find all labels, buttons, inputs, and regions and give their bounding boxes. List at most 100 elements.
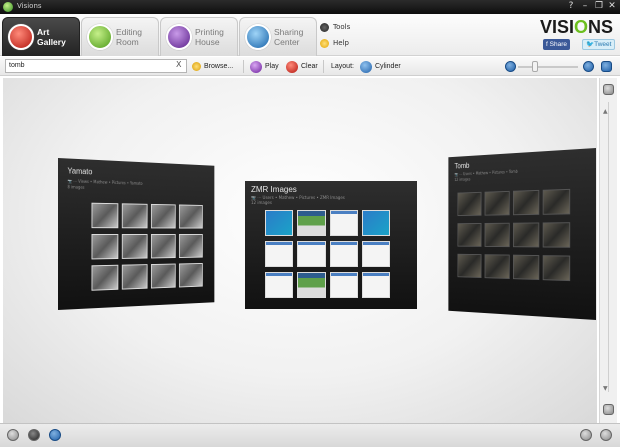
browse-button[interactable]: Browse... — [192, 60, 233, 73]
brand-logo: VISIONS — [540, 17, 614, 37]
vertical-scrollbar[interactable]: ▲ ▼ — [599, 78, 617, 423]
thumbnail[interactable] — [265, 272, 294, 298]
help-icon — [320, 38, 329, 48]
album-count: 12 images — [454, 176, 471, 182]
scroll-down-arrow[interactable]: ▼ — [603, 385, 608, 392]
thumbnail[interactable] — [178, 234, 203, 258]
thumbnail[interactable] — [91, 264, 119, 291]
thumbnail[interactable] — [121, 234, 148, 259]
editing-room-icon — [87, 24, 113, 50]
zoom-out-button[interactable] — [505, 61, 516, 72]
scroll-track[interactable] — [608, 102, 609, 392]
thumbnail[interactable] — [178, 204, 203, 229]
thumbnail[interactable] — [513, 254, 540, 281]
thumbnail[interactable] — [329, 241, 358, 267]
tab-label: Editing Room — [116, 27, 142, 47]
globe-icon[interactable] — [49, 429, 61, 441]
album-title: Tomb — [454, 161, 470, 171]
album-count: 12 images — [251, 200, 272, 205]
bottom-bar — [0, 423, 620, 447]
previous-arrow-icon[interactable] — [580, 429, 592, 441]
thumbnail[interactable] — [361, 241, 390, 267]
thumbnail[interactable] — [542, 255, 571, 282]
close-button[interactable]: ✕ — [607, 1, 617, 12]
thumbnail[interactable] — [91, 234, 119, 260]
printing-house-icon — [166, 24, 192, 50]
minimize-button[interactable]: – — [580, 1, 590, 12]
thumbnail[interactable] — [150, 234, 176, 259]
thumbnail[interactable] — [361, 272, 390, 298]
play-button[interactable]: Play — [250, 60, 279, 73]
thumbnail-grid — [265, 210, 390, 298]
thumbnail[interactable] — [329, 272, 358, 298]
cylinder-icon — [360, 60, 372, 73]
thumbnail[interactable] — [484, 222, 510, 248]
stop-icon[interactable] — [28, 429, 40, 441]
thumbnail[interactable] — [150, 263, 176, 289]
restore-button[interactable]: ❐ — [594, 1, 604, 12]
tab-art-gallery[interactable]: Art Gallery — [2, 17, 80, 56]
tools-link[interactable]: Tools — [320, 20, 350, 34]
thumbnail[interactable] — [91, 202, 119, 229]
thumbnail[interactable] — [457, 253, 482, 278]
search-clear-button[interactable]: X — [176, 60, 181, 69]
thumbnail-grid — [457, 188, 571, 282]
thumbnail[interactable] — [297, 241, 326, 267]
next-arrow-icon[interactable] — [600, 429, 612, 441]
album-panel-zmr-images[interactable]: ZMR Images 📷 ⋯ Users • Mathew • Pictures… — [245, 181, 417, 309]
play-icon — [250, 60, 262, 73]
facebook-share-button[interactable]: f Share — [543, 39, 570, 50]
tab-printing-house[interactable]: Printing House — [160, 17, 238, 56]
settings-icon[interactable] — [7, 429, 19, 441]
window-title: Visions — [17, 2, 42, 10]
fullscreen-button[interactable] — [601, 61, 612, 72]
scroll-up-arrow[interactable]: ▲ — [603, 108, 608, 115]
thumbnail[interactable] — [150, 203, 176, 229]
tab-sharing-center[interactable]: Sharing Center — [239, 17, 317, 56]
clear-button[interactable]: Clear — [286, 60, 318, 73]
album-panel-yamato[interactable]: Yamato 📷 ⋯ Views • Mathew • Pictures • Y… — [58, 158, 215, 310]
thumbnail[interactable] — [329, 210, 358, 236]
thumbnail[interactable] — [457, 191, 482, 217]
twitter-icon: 🐦 — [586, 41, 595, 48]
tab-label: Art Gallery — [37, 27, 66, 47]
thumbnail[interactable] — [542, 222, 571, 248]
tools-icon — [320, 22, 329, 32]
thumbnail[interactable] — [484, 190, 510, 216]
thumbnail[interactable] — [484, 254, 510, 279]
thumbnail[interactable] — [297, 210, 326, 236]
thumbnail[interactable] — [361, 210, 390, 236]
thumbnail-grid — [91, 202, 203, 291]
gallery-stage[interactable]: Yamato 📷 ⋯ Views • Mathew • Pictures • Y… — [3, 78, 597, 423]
clear-icon — [286, 60, 298, 73]
thumbnail[interactable] — [513, 222, 540, 248]
tweet-button[interactable]: 🐦Tweet — [582, 39, 616, 50]
thumbnail[interactable] — [121, 264, 148, 290]
zoom-slider-thumb[interactable] — [532, 61, 538, 72]
thumbnail[interactable] — [121, 203, 148, 229]
album-panel-tomb[interactable]: Tomb 📷 ⋯ Users • Mathew • Pictures • Tom… — [448, 148, 596, 320]
thumbnail[interactable] — [297, 272, 326, 298]
album-count: 8 images — [67, 184, 85, 190]
thumbnail[interactable] — [542, 188, 571, 215]
scroll-top-button[interactable] — [603, 84, 614, 95]
zoom-in-button[interactable] — [583, 61, 594, 72]
layout-selector[interactable]: Cylinder — [360, 60, 401, 73]
thumbnail[interactable] — [513, 189, 540, 216]
divider — [243, 60, 244, 73]
help-window-button[interactable]: ? — [566, 1, 576, 12]
tab-editing-room[interactable]: Editing Room — [81, 17, 159, 56]
album-title: ZMR Images — [251, 185, 297, 194]
sharing-center-icon — [245, 24, 271, 50]
thumbnail[interactable] — [265, 241, 294, 267]
thumbnail[interactable] — [265, 210, 294, 236]
layout-label: Layout: — [331, 63, 354, 70]
scroll-bottom-button[interactable] — [603, 404, 614, 415]
help-link[interactable]: Help — [320, 36, 350, 50]
divider — [323, 60, 324, 73]
title-bar: Visions ? – ❐ ✕ — [0, 0, 620, 14]
search-input[interactable]: tomb — [5, 59, 187, 73]
zoom-slider-track[interactable] — [518, 66, 578, 68]
thumbnail[interactable] — [457, 223, 482, 247]
thumbnail[interactable] — [178, 262, 203, 288]
